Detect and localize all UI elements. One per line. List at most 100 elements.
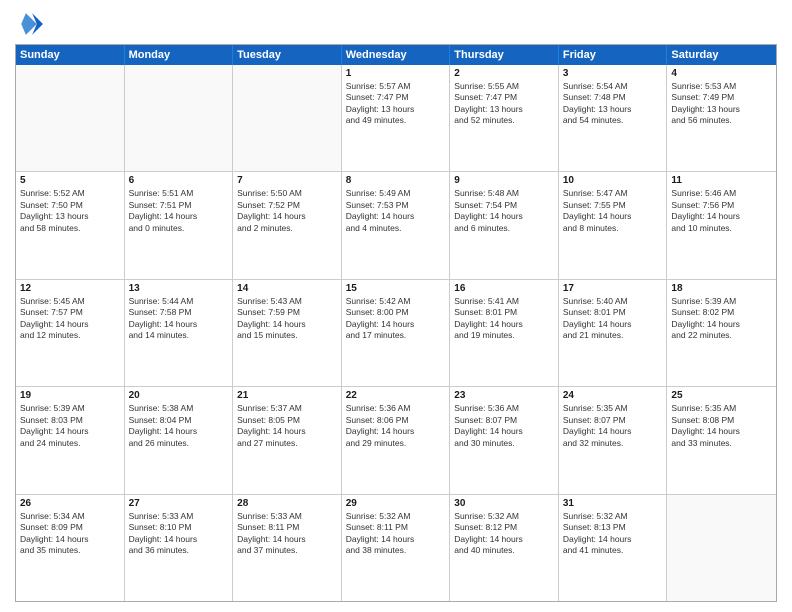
day-cell-5: 5 Sunrise: 5:52 AM Sunset: 7:50 PM Daylig… [16,172,125,278]
day-cell-11: 11 Sunrise: 5:46 AM Sunset: 7:56 PM Dayli… [667,172,776,278]
day-number: 17 [563,283,663,294]
day-cell-8: 8Sunrise: 5:49 AM Sunset: 7:53 PM Daylig… [342,172,451,278]
empty-cell [16,65,125,171]
day-cell-3: 3 Sunrise: 5:54 AM Sunset: 7:48 PM Daylig… [559,65,668,171]
day-number: 9 [454,175,554,186]
header-day-saturday: Saturday [667,45,776,65]
day-cell-26: 26 Sunrise: 5:34 AM Sunset: 8:09 PM Dayli… [16,495,125,601]
day-cell-20: 20Sunrise: 5:38 AM Sunset: 8:04 PM Dayli… [125,387,234,493]
cell-info: Sunrise: 5:40 AM Sunset: 8:01 PM Dayligh… [563,296,663,342]
day-number: 11 [671,175,772,186]
day-cell-28: 28 Sunrise: 5:33 AM Sunset: 8:11 PM Dayli… [233,495,342,601]
empty-cell [125,65,234,171]
day-cell-12: 12Sunrise: 5:45 AM Sunset: 7:57 PM Dayli… [16,280,125,386]
day-cell-15: 15 Sunrise: 5:42 AM Sunset: 8:00 PM Dayli… [342,280,451,386]
cell-info: Sunrise: 5:34 AM Sunset: 8:09 PM Dayligh… [20,511,120,557]
day-cell-19: 19Sunrise: 5:39 AM Sunset: 8:03 PM Dayli… [16,387,125,493]
cell-info: Sunrise: 5:48 AM Sunset: 7:54 PM Dayligh… [454,188,554,234]
day-cell-9: 9 Sunrise: 5:48 AM Sunset: 7:54 PM Daylig… [450,172,559,278]
day-cell-31: 31 Sunrise: 5:32 AM Sunset: 8:13 PM Dayli… [559,495,668,601]
day-number: 1 [346,68,446,79]
page: SundayMondayTuesdayWednesdayThursdayFrid… [0,0,792,612]
cell-info: Sunrise: 5:39 AM Sunset: 8:03 PM Dayligh… [20,403,120,449]
day-number: 31 [563,498,663,509]
cell-info: Sunrise: 5:44 AM Sunset: 7:58 PM Dayligh… [129,296,229,342]
logo [15,10,47,38]
header [15,10,777,38]
cell-info: Sunrise: 5:51 AM Sunset: 7:51 PM Dayligh… [129,188,229,234]
day-number: 23 [454,390,554,401]
day-cell-27: 27 Sunrise: 5:33 AM Sunset: 8:10 PM Dayli… [125,495,234,601]
day-number: 15 [346,283,446,294]
day-number: 3 [563,68,663,79]
day-number: 26 [20,498,120,509]
cell-info: Sunrise: 5:35 AM Sunset: 8:07 PM Dayligh… [563,403,663,449]
calendar-row-5: 26 Sunrise: 5:34 AM Sunset: 8:09 PM Dayli… [16,495,776,601]
day-number: 7 [237,175,337,186]
day-cell-1: 1 Sunrise: 5:57 AM Sunset: 7:47 PM Daylig… [342,65,451,171]
cell-info: Sunrise: 5:36 AM Sunset: 8:07 PM Dayligh… [454,403,554,449]
day-number: 24 [563,390,663,401]
empty-cell [667,495,776,601]
day-number: 22 [346,390,446,401]
day-cell-25: 25Sunrise: 5:35 AM Sunset: 8:08 PM Dayli… [667,387,776,493]
day-number: 13 [129,283,229,294]
day-cell-6: 6 Sunrise: 5:51 AM Sunset: 7:51 PM Daylig… [125,172,234,278]
cell-info: Sunrise: 5:36 AM Sunset: 8:06 PM Dayligh… [346,403,446,449]
logo-icon [15,10,43,38]
cell-info: Sunrise: 5:54 AM Sunset: 7:48 PM Dayligh… [563,81,663,127]
day-number: 2 [454,68,554,79]
cell-info: Sunrise: 5:52 AM Sunset: 7:50 PM Dayligh… [20,188,120,234]
cell-info: Sunrise: 5:39 AM Sunset: 8:02 PM Dayligh… [671,296,772,342]
day-cell-30: 30Sunrise: 5:32 AM Sunset: 8:12 PM Dayli… [450,495,559,601]
day-number: 4 [671,68,772,79]
day-number: 12 [20,283,120,294]
day-cell-22: 22 Sunrise: 5:36 AM Sunset: 8:06 PM Dayli… [342,387,451,493]
cell-info: Sunrise: 5:43 AM Sunset: 7:59 PM Dayligh… [237,296,337,342]
day-cell-21: 21 Sunrise: 5:37 AM Sunset: 8:05 PM Dayli… [233,387,342,493]
calendar-row-4: 19Sunrise: 5:39 AM Sunset: 8:03 PM Dayli… [16,387,776,494]
cell-info: Sunrise: 5:53 AM Sunset: 7:49 PM Dayligh… [671,81,772,127]
day-cell-18: 18Sunrise: 5:39 AM Sunset: 8:02 PM Dayli… [667,280,776,386]
cell-info: Sunrise: 5:33 AM Sunset: 8:10 PM Dayligh… [129,511,229,557]
cell-info: Sunrise: 5:41 AM Sunset: 8:01 PM Dayligh… [454,296,554,342]
header-day-wednesday: Wednesday [342,45,451,65]
day-number: 29 [346,498,446,509]
calendar-body: 1 Sunrise: 5:57 AM Sunset: 7:47 PM Daylig… [16,65,776,601]
header-day-monday: Monday [125,45,234,65]
day-cell-10: 10Sunrise: 5:47 AM Sunset: 7:55 PM Dayli… [559,172,668,278]
day-cell-16: 16 Sunrise: 5:41 AM Sunset: 8:01 PM Dayli… [450,280,559,386]
header-day-thursday: Thursday [450,45,559,65]
day-cell-17: 17 Sunrise: 5:40 AM Sunset: 8:01 PM Dayli… [559,280,668,386]
day-number: 25 [671,390,772,401]
cell-info: Sunrise: 5:32 AM Sunset: 8:11 PM Dayligh… [346,511,446,557]
day-cell-29: 29 Sunrise: 5:32 AM Sunset: 8:11 PM Dayli… [342,495,451,601]
day-number: 14 [237,283,337,294]
day-number: 20 [129,390,229,401]
day-number: 5 [20,175,120,186]
calendar-row-1: 1 Sunrise: 5:57 AM Sunset: 7:47 PM Daylig… [16,65,776,172]
day-cell-23: 23 Sunrise: 5:36 AM Sunset: 8:07 PM Dayli… [450,387,559,493]
cell-info: Sunrise: 5:32 AM Sunset: 8:13 PM Dayligh… [563,511,663,557]
day-cell-24: 24 Sunrise: 5:35 AM Sunset: 8:07 PM Dayli… [559,387,668,493]
day-cell-13: 13 Sunrise: 5:44 AM Sunset: 7:58 PM Dayli… [125,280,234,386]
day-number: 16 [454,283,554,294]
calendar-row-2: 5 Sunrise: 5:52 AM Sunset: 7:50 PM Daylig… [16,172,776,279]
cell-info: Sunrise: 5:55 AM Sunset: 7:47 PM Dayligh… [454,81,554,127]
header-day-tuesday: Tuesday [233,45,342,65]
calendar-row-3: 12Sunrise: 5:45 AM Sunset: 7:57 PM Dayli… [16,280,776,387]
cell-info: Sunrise: 5:46 AM Sunset: 7:56 PM Dayligh… [671,188,772,234]
cell-info: Sunrise: 5:42 AM Sunset: 8:00 PM Dayligh… [346,296,446,342]
day-number: 10 [563,175,663,186]
day-number: 21 [237,390,337,401]
day-number: 6 [129,175,229,186]
day-cell-2: 2 Sunrise: 5:55 AM Sunset: 7:47 PM Daylig… [450,65,559,171]
day-cell-7: 7Sunrise: 5:50 AM Sunset: 7:52 PM Daylig… [233,172,342,278]
cell-info: Sunrise: 5:57 AM Sunset: 7:47 PM Dayligh… [346,81,446,127]
day-number: 28 [237,498,337,509]
cell-info: Sunrise: 5:33 AM Sunset: 8:11 PM Dayligh… [237,511,337,557]
day-number: 30 [454,498,554,509]
cell-info: Sunrise: 5:37 AM Sunset: 8:05 PM Dayligh… [237,403,337,449]
day-number: 27 [129,498,229,509]
day-cell-4: 4 Sunrise: 5:53 AM Sunset: 7:49 PM Daylig… [667,65,776,171]
